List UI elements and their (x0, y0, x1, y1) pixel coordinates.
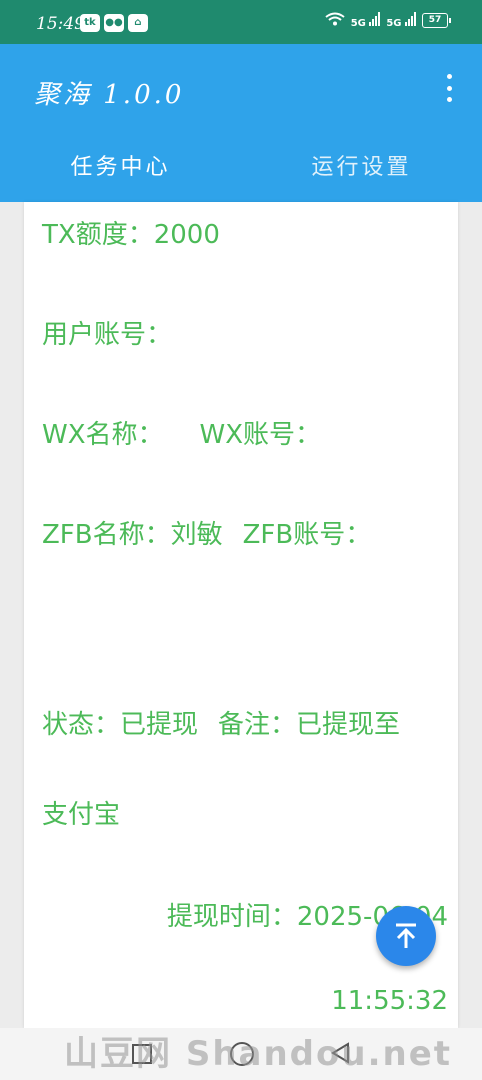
status-indicators: 5G 5G 57 (325, 12, 451, 29)
watermark: 山豆网 Shandou.net (64, 1034, 453, 1074)
arrow-up-to-top-icon (396, 923, 416, 948)
remark-continued: 支付宝 (42, 800, 121, 830)
scroll-to-top-button[interactable] (376, 906, 436, 966)
more-vert-icon[interactable] (442, 74, 456, 102)
zfb-account: ZFB账号： (242, 520, 372, 550)
withdraw-record-card: TX额度：2000 用户账号： WX名称： WX账号： ZFB名称：刘敏 ZFB账号… (24, 202, 458, 1028)
wifi-icon (325, 12, 345, 29)
network-type: 5G (350, 18, 366, 29)
signal-1-icon: 5G (351, 12, 381, 29)
status-time: 15:49 (36, 14, 85, 34)
wx-info: WX名称： WX账号： (42, 414, 321, 451)
wechat-notification-icon: ●● (104, 14, 124, 32)
user-account: 用户账号： (42, 320, 173, 350)
withdraw-time-clock: 11:55:32 (331, 986, 448, 1016)
app-notification-icon: tk (80, 14, 100, 32)
network-type-2: 5G (386, 18, 402, 29)
tab-task-center[interactable]: 任务中心 (0, 142, 241, 194)
zfb-name: ZFB名称：刘敏 (42, 520, 223, 550)
tab-run-settings[interactable]: 运行设置 (241, 142, 482, 194)
status-text: 状态：已提现 (42, 710, 199, 740)
signal-2-icon: 5G (386, 12, 416, 29)
wx-account: WX账号： (199, 420, 322, 450)
notification-icons: tk ●● ⌂ (80, 14, 148, 32)
tx-quota: TX额度：2000 (42, 220, 220, 250)
status-bar: 15:49 tk ●● ⌂ 5G 5G 57 (0, 0, 482, 44)
app-title: 聚海 1.0.0 (34, 80, 185, 110)
zfb-info: ZFB名称：刘敏 ZFB账号： (42, 514, 371, 551)
battery-icon: 57 (422, 13, 451, 28)
app-bar: 聚海 1.0.0 任务中心 运行设置 (0, 44, 482, 202)
bank-notification-icon: ⌂ (128, 14, 148, 32)
wx-name: WX名称： (42, 420, 164, 450)
tab-bar: 任务中心 运行设置 (0, 142, 482, 194)
status-remark: 状态：已提现 备注：已提现至 (42, 704, 400, 741)
remark-text: 备注：已提现至 (218, 710, 401, 740)
